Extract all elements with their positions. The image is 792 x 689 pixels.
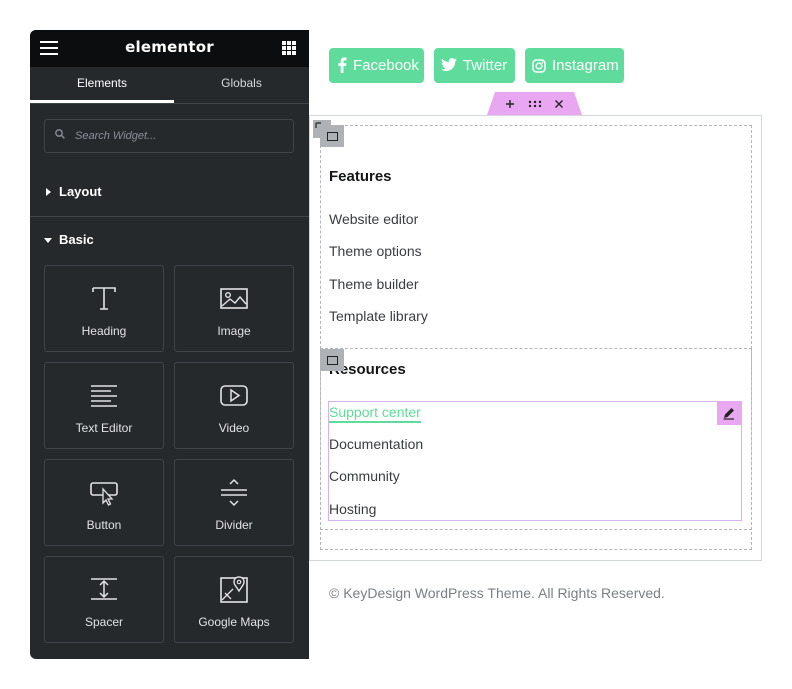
facebook-icon	[338, 57, 347, 73]
footer-link[interactable]: Website editor	[329, 211, 418, 227]
instagram-icon	[532, 59, 546, 73]
grid-icon[interactable]	[282, 41, 296, 55]
google-maps-icon	[220, 576, 248, 603]
category-label: Basic	[59, 232, 94, 247]
twitter-button[interactable]: Twitter	[434, 48, 515, 83]
spacer-icon	[91, 578, 117, 600]
widget-label: Image	[217, 324, 251, 338]
button-icon	[90, 482, 118, 506]
tab-elements[interactable]: Elements	[30, 67, 174, 103]
elementor-panel: elementor Elements Globals Layout Basic …	[30, 30, 309, 659]
category-basic[interactable]: Basic	[30, 217, 309, 263]
search-box	[44, 119, 294, 153]
drag-handle-icon[interactable]	[527, 96, 543, 112]
footer-link[interactable]: Theme builder	[329, 276, 419, 292]
footer-link-active[interactable]: Support center	[329, 404, 421, 423]
widget-label: Heading	[81, 324, 127, 338]
widget-button[interactable]: Button	[44, 459, 164, 546]
text-editor-icon	[91, 385, 117, 407]
tab-globals[interactable]: Globals	[174, 67, 309, 103]
widget-text-editor[interactable]: Text Editor	[44, 362, 164, 449]
widget-video[interactable]: Video	[174, 362, 294, 449]
copyright-text: © KeyDesign WordPress Theme. All Rights …	[329, 585, 665, 601]
widget-label: Text Editor	[75, 421, 133, 435]
video-icon	[220, 385, 248, 406]
search-widget-input[interactable]	[73, 120, 287, 152]
social-label: Instagram	[552, 57, 619, 74]
caret-right-icon	[46, 188, 51, 196]
widget-google-maps[interactable]: Google Maps	[174, 556, 294, 643]
plus-icon[interactable]	[502, 96, 518, 112]
widget-label: Button	[86, 518, 122, 532]
footer-link[interactable]: Hosting	[329, 501, 376, 517]
search-icon	[55, 129, 65, 139]
pencil-icon	[723, 408, 734, 420]
elementor-logo: elementor	[125, 38, 214, 56]
facebook-button[interactable]: Facebook	[329, 48, 424, 83]
panel-tabs: Elements Globals	[30, 67, 309, 104]
divider-icon	[221, 478, 247, 507]
edit-widget-button[interactable]	[717, 401, 741, 425]
widget-label: Video	[218, 421, 250, 435]
panel-header: elementor	[30, 30, 309, 67]
widget-label: Divider	[215, 518, 253, 532]
category-layout[interactable]: Layout	[30, 169, 309, 217]
features-heading: Features	[329, 168, 392, 185]
image-icon	[220, 288, 248, 309]
column-handle-icon[interactable]	[320, 125, 344, 147]
widget-image[interactable]: Image	[174, 265, 294, 352]
widget-label: Spacer	[84, 615, 124, 629]
category-label: Layout	[59, 184, 102, 199]
container-handle	[487, 92, 582, 115]
widget-divider[interactable]: Divider	[174, 459, 294, 546]
social-label: Facebook	[353, 57, 419, 74]
widget-label: Google Maps	[198, 615, 270, 629]
close-icon[interactable]	[551, 96, 567, 112]
twitter-icon	[441, 58, 457, 71]
footer-link[interactable]: Documentation	[329, 436, 423, 452]
instagram-button[interactable]: Instagram	[525, 48, 624, 83]
footer-link[interactable]: Theme options	[329, 243, 422, 259]
social-label: Twitter	[463, 57, 508, 74]
widget-heading[interactable]: Heading	[44, 265, 164, 352]
widget-spacer[interactable]: Spacer	[44, 556, 164, 643]
heading-icon	[92, 287, 116, 310]
caret-down-icon	[44, 238, 52, 243]
footer-link[interactable]: Community	[329, 468, 400, 484]
footer-link[interactable]: Template library	[329, 308, 428, 324]
column-handle-icon[interactable]	[320, 349, 344, 371]
